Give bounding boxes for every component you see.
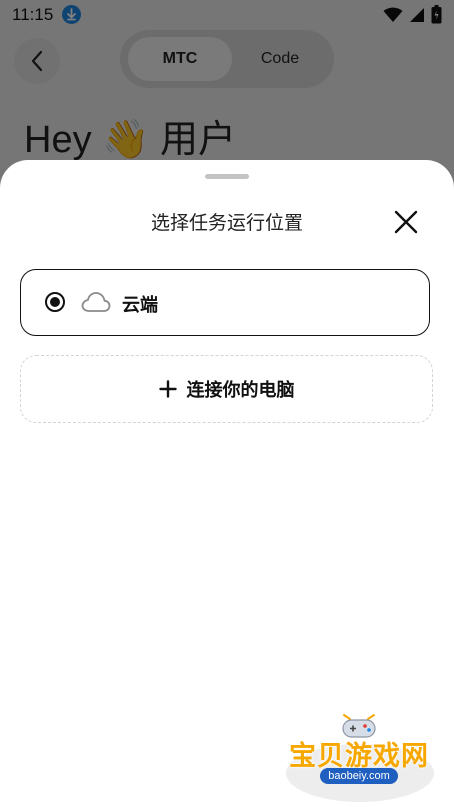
- watermark-url: baobeiy.com: [320, 768, 398, 784]
- close-icon: [394, 210, 418, 234]
- option-cloud-label: 云端: [122, 295, 158, 316]
- run-location-sheet: 选择任务运行位置 云端 连接你的电脑: [0, 160, 454, 807]
- radio-dot: [50, 297, 60, 307]
- plus-icon: [158, 380, 177, 398]
- option-connect-label: 连接你的电脑: [186, 380, 295, 401]
- connect-content: 连接你的电脑: [21, 356, 432, 422]
- watermark: 宝贝游戏网 baobeiy.com: [278, 712, 440, 802]
- option-cloud[interactable]: 云端: [20, 269, 430, 336]
- option-connect-computer[interactable]: 连接你的电脑: [20, 355, 433, 423]
- radio-selected[interactable]: [45, 292, 65, 312]
- cloud-icon: [81, 291, 111, 317]
- close-button[interactable]: [388, 204, 424, 240]
- drag-handle[interactable]: [205, 174, 249, 179]
- sheet-title: 选择任务运行位置: [150, 212, 303, 234]
